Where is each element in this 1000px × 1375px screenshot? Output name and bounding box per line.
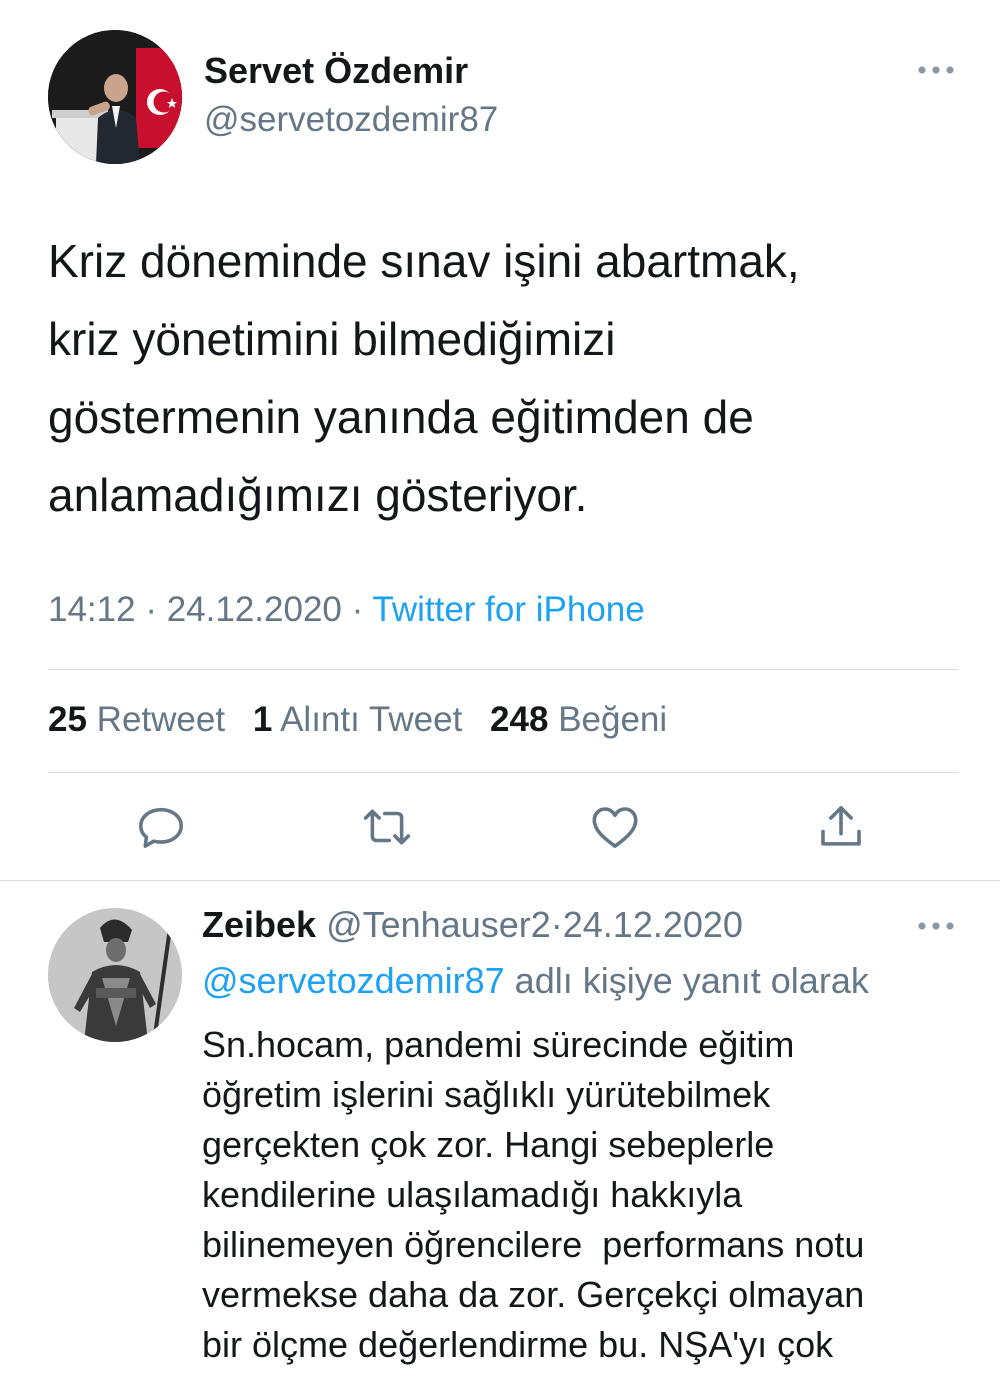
retweets-stat[interactable]: 25 Retweet <box>48 700 225 739</box>
meta-separator: · <box>145 590 157 629</box>
retweets-label: Retweet <box>96 700 226 739</box>
likes-count: 248 <box>490 700 549 739</box>
reply-date[interactable]: 24.12.2020 <box>563 904 743 945</box>
quotes-stat[interactable]: 1 Alıntı Tweet <box>253 700 463 739</box>
reply-author-avatar[interactable] <box>48 908 182 1042</box>
author-handle[interactable]: @servetozdemir87 <box>204 100 498 140</box>
likes-label: Beğeni <box>558 700 668 739</box>
tweet-source-link[interactable]: Twitter for iPhone <box>372 590 644 629</box>
tweet-time: 14:12 <box>48 590 136 629</box>
reply-icon[interactable] <box>134 800 188 854</box>
meta-separator: · <box>351 590 364 629</box>
likes-stat[interactable]: 248 Beğeni <box>490 700 667 739</box>
share-icon[interactable] <box>814 800 868 854</box>
reply-separator: · <box>550 904 563 945</box>
more-horizontal-icon[interactable] <box>914 914 958 938</box>
quotes-count: 1 <box>252 700 273 739</box>
divider <box>48 669 958 670</box>
reply-text: Sn.hocam, pandemi sürecinde eğitim öğret… <box>202 1024 865 1365</box>
reply-to-mention-link[interactable]: @servetozdemir87 <box>202 960 505 1001</box>
tweet-meta: 14:12 · 24.12.2020 · Twitter for iPhone <box>48 590 645 630</box>
replying-to: @servetozdemir87 adlı kişiye yanıt olara… <box>202 960 869 1002</box>
retweets-count: 25 <box>48 700 87 739</box>
reply-author-display-name[interactable]: Zeibek <box>202 904 316 945</box>
like-icon[interactable] <box>588 800 642 854</box>
tweet-date[interactable]: 24.12.2020 <box>167 590 342 629</box>
author-display-name[interactable]: Servet Özdemir <box>204 50 468 92</box>
retweet-icon[interactable] <box>360 800 414 854</box>
quotes-label: Alıntı Tweet <box>280 700 463 739</box>
reply-header: Zeibek @Tenhauser2·24.12.2020 <box>202 904 743 946</box>
author-avatar[interactable] <box>48 30 182 164</box>
more-horizontal-icon[interactable] <box>914 58 958 82</box>
divider <box>48 772 958 773</box>
reply-author-handle[interactable]: @Tenhauser2 <box>326 904 551 945</box>
tweet-text: Kriz döneminde sınav işini abartmak, kri… <box>48 235 800 521</box>
reply-to-suffix: adlı kişiye yanıt olarak <box>504 960 869 1001</box>
tweet-stats: 25 Retweet 1 Alıntı Tweet 248 Beğeni <box>48 700 667 740</box>
thread-separator <box>0 880 1000 881</box>
